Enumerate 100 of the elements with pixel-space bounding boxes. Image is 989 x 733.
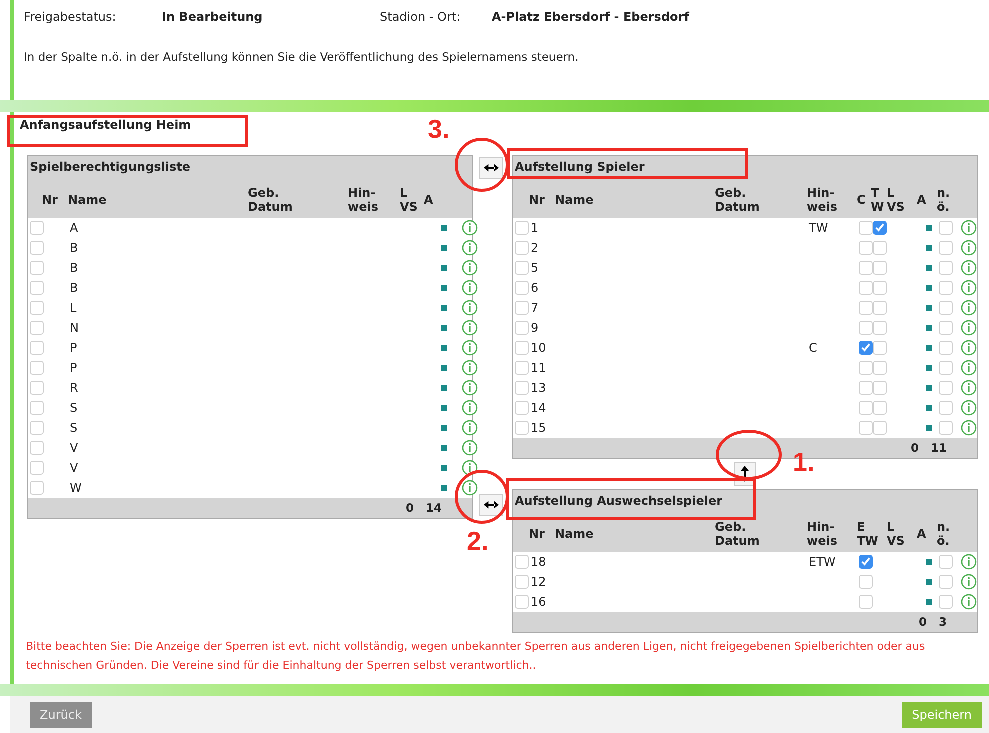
checkbox[interactable] — [515, 361, 529, 375]
keeper-checkbox[interactable] — [873, 421, 887, 435]
keeper-checkbox[interactable] — [873, 381, 887, 395]
info-icon[interactable] — [961, 340, 977, 356]
checkbox[interactable] — [30, 261, 44, 275]
info-icon[interactable] — [462, 340, 478, 356]
info-icon[interactable] — [462, 320, 478, 336]
info-icon[interactable] — [462, 300, 478, 316]
save-button[interactable]: Speichern — [902, 702, 982, 728]
info-icon[interactable] — [961, 380, 977, 396]
checkbox[interactable] — [30, 321, 44, 335]
checkbox[interactable] — [30, 281, 44, 295]
checkbox[interactable] — [30, 381, 44, 395]
checkbox[interactable] — [515, 595, 529, 609]
checkbox[interactable] — [30, 481, 44, 495]
hide-name-checkbox[interactable] — [939, 241, 953, 255]
info-icon[interactable] — [961, 360, 977, 376]
info-icon[interactable] — [961, 220, 977, 236]
move-button[interactable] — [479, 494, 503, 516]
captain-checkbox[interactable] — [859, 221, 873, 235]
player-name: N — [70, 321, 80, 335]
hide-name-checkbox[interactable] — [939, 321, 953, 335]
keeper-checkbox[interactable] — [859, 595, 873, 609]
checkbox[interactable] — [30, 441, 44, 455]
hide-name-checkbox[interactable] — [939, 401, 953, 415]
checkbox[interactable] — [515, 381, 529, 395]
keeper-checkbox[interactable] — [873, 221, 887, 235]
keeper-checkbox[interactable] — [873, 341, 887, 355]
checkbox[interactable] — [515, 261, 529, 275]
checkbox[interactable] — [30, 421, 44, 435]
info-icon[interactable] — [462, 460, 478, 476]
checkbox[interactable] — [30, 461, 44, 475]
info-icon[interactable] — [462, 260, 478, 276]
checkbox[interactable] — [515, 281, 529, 295]
captain-checkbox[interactable] — [859, 361, 873, 375]
checkbox[interactable] — [515, 575, 529, 589]
captain-checkbox[interactable] — [859, 341, 873, 355]
checkbox[interactable] — [515, 321, 529, 335]
info-icon[interactable] — [462, 420, 478, 436]
checkbox[interactable] — [30, 221, 44, 235]
checkbox[interactable] — [515, 221, 529, 235]
keeper-checkbox[interactable] — [873, 301, 887, 315]
keeper-checkbox[interactable] — [873, 401, 887, 415]
keeper-checkbox[interactable] — [859, 575, 873, 589]
info-icon[interactable] — [961, 260, 977, 276]
checkbox[interactable] — [515, 401, 529, 415]
checkbox[interactable] — [515, 421, 529, 435]
hide-name-checkbox[interactable] — [939, 361, 953, 375]
captain-checkbox[interactable] — [859, 381, 873, 395]
move-button[interactable] — [479, 157, 503, 179]
keeper-checkbox[interactable] — [873, 361, 887, 375]
info-icon[interactable] — [961, 280, 977, 296]
captain-checkbox[interactable] — [859, 421, 873, 435]
keeper-checkbox[interactable] — [873, 241, 887, 255]
info-icon[interactable] — [462, 400, 478, 416]
checkbox[interactable] — [515, 341, 529, 355]
hide-name-checkbox[interactable] — [939, 261, 953, 275]
keeper-checkbox[interactable] — [859, 555, 873, 569]
hide-name-checkbox[interactable] — [939, 421, 953, 435]
hide-name-checkbox[interactable] — [939, 341, 953, 355]
info-icon[interactable] — [462, 360, 478, 376]
hide-name-checkbox[interactable] — [939, 301, 953, 315]
info-icon[interactable] — [961, 574, 977, 590]
info-icon[interactable] — [961, 420, 977, 436]
info-icon[interactable] — [462, 480, 478, 496]
checkbox[interactable] — [515, 241, 529, 255]
info-icon[interactable] — [961, 240, 977, 256]
checkbox[interactable] — [515, 555, 529, 569]
checkbox[interactable] — [30, 401, 44, 415]
back-button[interactable]: Zurück — [30, 702, 92, 728]
hide-name-checkbox[interactable] — [939, 555, 953, 569]
captain-checkbox[interactable] — [859, 261, 873, 275]
info-icon[interactable] — [462, 440, 478, 456]
hide-name-checkbox[interactable] — [939, 381, 953, 395]
keeper-checkbox[interactable] — [873, 261, 887, 275]
info-icon[interactable] — [462, 240, 478, 256]
info-icon[interactable] — [462, 220, 478, 236]
captain-checkbox[interactable] — [859, 241, 873, 255]
hide-name-checkbox[interactable] — [939, 281, 953, 295]
keeper-checkbox[interactable] — [873, 281, 887, 295]
info-icon[interactable] — [961, 300, 977, 316]
hide-name-checkbox[interactable] — [939, 595, 953, 609]
hide-name-checkbox[interactable] — [939, 575, 953, 589]
info-icon[interactable] — [961, 400, 977, 416]
checkbox[interactable] — [30, 241, 44, 255]
captain-checkbox[interactable] — [859, 281, 873, 295]
captain-checkbox[interactable] — [859, 321, 873, 335]
checkbox[interactable] — [30, 301, 44, 315]
checkbox[interactable] — [30, 341, 44, 355]
captain-checkbox[interactable] — [859, 401, 873, 415]
checkbox[interactable] — [30, 361, 44, 375]
captain-checkbox[interactable] — [859, 301, 873, 315]
info-icon[interactable] — [961, 594, 977, 610]
info-icon[interactable] — [462, 380, 478, 396]
checkbox[interactable] — [515, 301, 529, 315]
keeper-checkbox[interactable] — [873, 321, 887, 335]
hide-name-checkbox[interactable] — [939, 221, 953, 235]
info-icon[interactable] — [961, 320, 977, 336]
info-icon[interactable] — [462, 280, 478, 296]
info-icon[interactable] — [961, 554, 977, 570]
